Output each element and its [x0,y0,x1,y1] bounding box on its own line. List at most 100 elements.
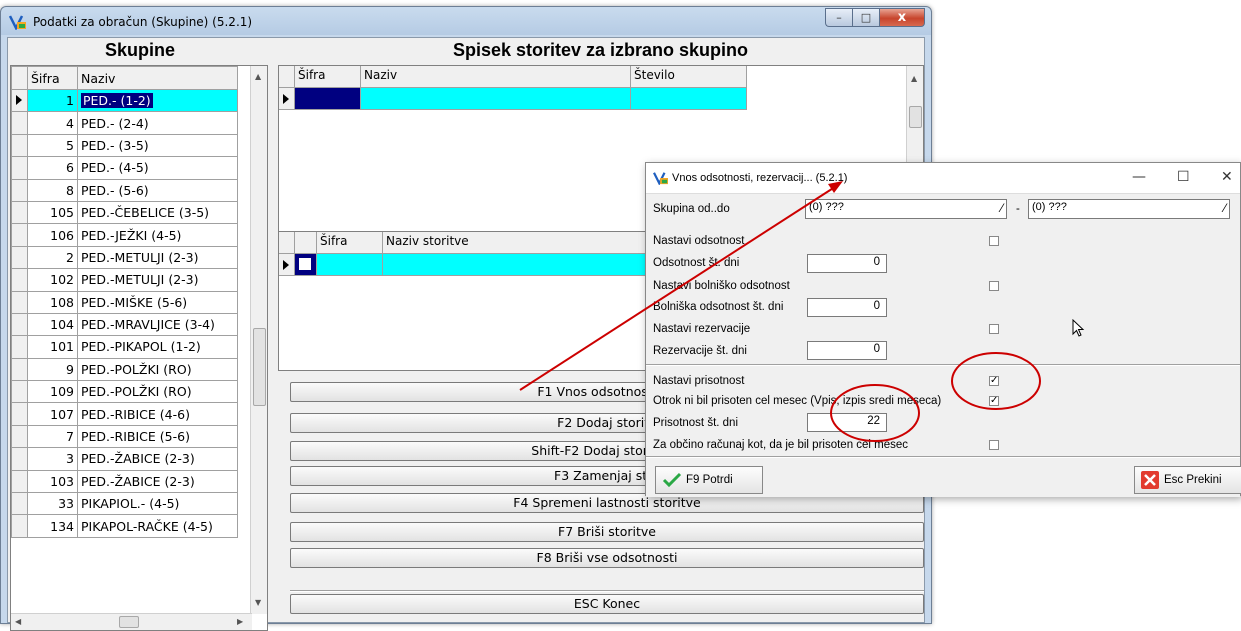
group-code-cell[interactable]: 8 [27,178,78,202]
grid-cell[interactable] [631,88,747,110]
group-code-cell[interactable]: 9 [27,357,78,382]
table-row[interactable]: 104 PED.-MRAVLJICE (3-4) [11,312,238,337]
table-row[interactable]: 3 PED.-ŽABICE (2-3) [11,447,238,471]
group-name-cell[interactable]: PIKAPOL-RAČKE (4-5) [77,514,238,538]
group-code-cell[interactable]: 109 [27,380,78,404]
group-name-cell[interactable]: PED.-JEŽKI (4-5) [77,223,238,247]
group-code-cell[interactable]: 6 [27,156,78,180]
group-code-cell[interactable]: 1 [27,88,78,113]
column-header-service-name[interactable]: Naziv storitve [383,232,653,254]
sick-set-checkbox[interactable] [989,281,999,291]
column-header-code[interactable]: Šifra [317,232,383,254]
table-row[interactable]: 134 PIKAPOL-RAČKE (4-5) [11,514,238,538]
table-row[interactable]: 5 PED.- (3-5) [11,133,238,158]
dropdown-icon[interactable]: ⁄ [1001,201,1003,215]
dialog-minimize-button[interactable]: — [1132,169,1146,185]
esc-close-button[interactable]: ESC Konec [290,594,924,614]
maximize-button[interactable]: □ [852,8,879,27]
scroll-thumb[interactable] [909,106,922,128]
select-checkbox-cell[interactable] [295,254,317,276]
cancel-button[interactable]: Esc Prekini [1134,466,1241,494]
table-row[interactable]: 8 PED.- (5-6) [11,178,238,202]
dropdown-icon[interactable]: ⁄ [1224,201,1226,215]
f8-delete-all-absences-button[interactable]: F8 Briši vse odsotnosti [290,548,924,568]
dialog-title-bar[interactable]: Vnos odsotnosti, rezervacij... (5.2.1) —… [646,163,1240,193]
group-name-cell[interactable]: PED.-ŽABICE (2-3) [77,447,238,471]
group-name-cell[interactable]: PED.-MRAVLJICE (3-4) [77,312,238,337]
group-code-cell[interactable]: 107 [27,402,78,426]
column-header-name[interactable]: Naziv [77,66,238,90]
group-name-cell[interactable]: PED.-POLŽKI (RO) [77,357,238,382]
scroll-right-icon[interactable]: ▶ [237,617,243,626]
group-name-cell[interactable]: PED.-ČEBELICE (3-5) [77,200,238,225]
table-row[interactable]: 7 PED.-RIBICE (5-6) [11,424,238,449]
presence-days-input[interactable]: 22 [807,413,887,432]
table-row[interactable]: 101 PED.-PIKAPOL (1-2) [11,335,238,359]
table-row[interactable]: 106 PED.-JEŽKI (4-5) [11,223,238,247]
grid-cell[interactable] [383,254,653,276]
group-name-cell[interactable]: PED.-RIBICE (5-6) [77,424,238,449]
group-code-cell[interactable]: 102 [27,268,78,292]
table-row[interactable]: 103 PED.-ŽABICE (2-3) [11,469,238,494]
table-row[interactable]: 4 PED.- (2-4) [11,111,238,135]
group-code-cell[interactable]: 106 [27,223,78,247]
group-code-cell[interactable]: 104 [27,312,78,337]
group-name-cell[interactable]: PED.- (2-4) [77,111,238,135]
table-row[interactable]: 2 PED.-METULJI (2-3) [11,245,238,270]
groups-vertical-scrollbar[interactable]: ▲ ▼ [250,66,267,614]
presence-set-checkbox[interactable]: ✓ [989,376,999,386]
not-present-checkbox[interactable]: ✓ [989,396,999,406]
group-name-cell[interactable]: PED.-POLŽKI (RO) [77,380,238,404]
column-header-name[interactable]: Naziv [361,66,631,88]
group-code-cell[interactable]: 7 [27,424,78,449]
confirm-button[interactable]: F9 Potrdi [655,466,763,494]
group-name-cell[interactable]: PED.- (1-2) [77,88,238,113]
absence-set-checkbox[interactable] [989,236,999,246]
scroll-thumb-h[interactable] [119,616,139,628]
group-name-cell[interactable]: PED.- (3-5) [77,133,238,158]
group-code-cell[interactable]: 108 [27,290,78,314]
close-button[interactable]: x [879,8,925,27]
group-name-cell[interactable]: PED.-METULJI (2-3) [77,268,238,292]
row-checkbox[interactable] [299,258,311,270]
groups-grid[interactable]: Šifra Naziv 1 PED.- (1-2) 4 PED.- (2-4) 5 PED… [10,65,268,631]
dialog-close-button[interactable]: ✕ [1221,169,1233,185]
group-code-cell[interactable]: 101 [27,335,78,359]
title-bar[interactable]: Podatki za obračun (Skupine) (5.2.1) – □… [1,7,931,37]
group-name-cell[interactable]: PED.- (4-5) [77,156,238,180]
group-code-cell[interactable]: 5 [27,133,78,158]
f7-delete-services-button[interactable]: F7 Briši storitve [290,522,924,542]
table-row[interactable]: 102 PED.-METULJI (2-3) [11,268,238,292]
group-name-cell[interactable]: PED.-ŽABICE (2-3) [77,469,238,494]
table-row[interactable]: 9 PED.-POLŽKI (RO) [11,357,238,382]
selected-cell[interactable] [295,88,361,110]
group-name-cell[interactable]: PED.- (5-6) [77,178,238,202]
column-header-count[interactable]: Število [631,66,747,88]
table-row[interactable]: 108 PED.-MIŠKE (5-6) [11,290,238,314]
reservation-set-checkbox[interactable] [989,324,999,334]
group-code-cell[interactable]: 2 [27,245,78,270]
group-name-cell[interactable]: PED.-PIKAPOL (1-2) [77,335,238,359]
group-name-cell[interactable]: PED.-RIBICE (4-6) [77,402,238,426]
groups-horizontal-scrollbar[interactable]: ◀ ▶ [11,613,252,630]
column-header-code[interactable]: Šifra [295,66,361,88]
group-code-cell[interactable]: 4 [27,111,78,135]
column-header-code[interactable]: Šifra [27,66,78,90]
table-row[interactable]: 105 PED.-ČEBELICE (3-5) [11,200,238,225]
group-from-select[interactable]: (0) ??? ⁄ [805,199,1007,219]
sick-days-input[interactable]: 0 [807,298,887,317]
scroll-down-icon[interactable]: ▼ [255,598,261,607]
minimize-button[interactable]: – [825,8,852,27]
table-row[interactable]: 33 PIKAPIOL.- (4-5) [11,492,238,516]
group-name-cell[interactable]: PIKAPIOL.- (4-5) [77,492,238,516]
reservation-days-input[interactable]: 0 [807,341,887,360]
scroll-up-icon[interactable]: ▲ [255,72,261,81]
group-code-cell[interactable]: 103 [27,469,78,494]
scroll-left-icon[interactable]: ◀ [15,617,21,626]
grid-cell[interactable] [361,88,631,110]
group-name-cell[interactable]: PED.-METULJI (2-3) [77,245,238,270]
table-row[interactable]: 6 PED.- (4-5) [11,156,238,180]
group-to-select[interactable]: (0) ??? ⁄ [1028,199,1230,219]
absence-days-input[interactable]: 0 [807,254,887,273]
group-code-cell[interactable]: 3 [27,447,78,471]
